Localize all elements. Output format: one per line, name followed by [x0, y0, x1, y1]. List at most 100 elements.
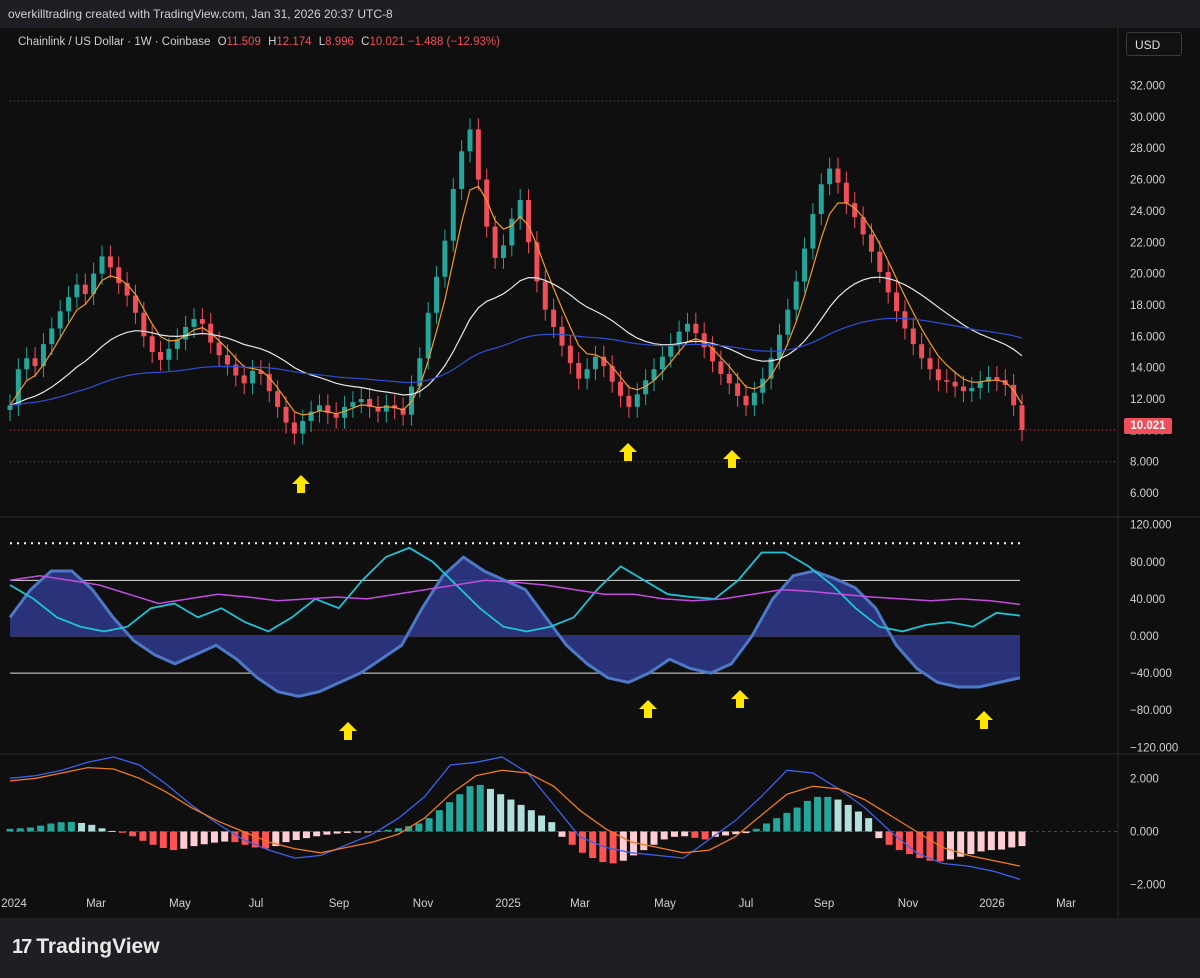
price-axis-tick: 8.000 — [1130, 457, 1159, 469]
candle — [902, 311, 908, 329]
price-axis-tick: 26.000 — [1130, 175, 1165, 187]
macd-histogram-bar — [885, 831, 893, 845]
candle — [584, 369, 590, 379]
candle — [776, 334, 782, 359]
oscillator-axis-tick: −120.000 — [1130, 742, 1178, 754]
macd-histogram-bar — [456, 794, 464, 832]
oscillator-axis-tick: −40.000 — [1130, 668, 1172, 680]
oscillator-axis-tick: 40.000 — [1130, 594, 1165, 606]
candle — [166, 348, 172, 360]
macd-histogram-bar — [425, 818, 433, 832]
symbol-title[interactable]: Chainlink / US Dollar · 1W · Coinbase — [18, 36, 210, 48]
macd-histogram-bar — [108, 830, 116, 832]
macd-histogram-bar — [47, 823, 55, 832]
macd-histogram-bar — [384, 829, 392, 832]
x-axis-label: May — [654, 898, 676, 910]
candle — [291, 422, 297, 434]
macd-signal-line — [9, 766, 1021, 867]
candle — [567, 345, 573, 363]
candle — [358, 399, 364, 403]
macd-histogram-bar — [435, 810, 443, 832]
macd-histogram-bar — [354, 831, 362, 833]
oscillator-axis-tick: −80.000 — [1130, 705, 1172, 717]
candle — [32, 358, 38, 367]
candle — [459, 151, 465, 189]
candle — [894, 292, 900, 312]
oscillator-axis-tick: 80.000 — [1130, 557, 1165, 569]
candle — [910, 328, 916, 345]
candle — [676, 331, 682, 345]
macd-histogram-bar — [16, 828, 24, 832]
macd-histogram-bar — [26, 827, 34, 832]
price-axis-tick: 6.000 — [1130, 488, 1159, 500]
candle — [919, 344, 925, 359]
candle — [551, 309, 557, 327]
x-axis-label: Sep — [329, 898, 349, 910]
macd-histogram-bar — [998, 831, 1006, 850]
candle — [434, 276, 440, 313]
candle — [726, 373, 732, 384]
macd-histogram-bar — [292, 831, 300, 840]
x-axis-label: Mar — [570, 898, 590, 910]
candle — [718, 361, 724, 374]
candle — [450, 188, 456, 241]
up-arrow-icon — [619, 443, 637, 461]
candle — [960, 386, 966, 392]
macd-histogram-bar — [844, 804, 852, 832]
candle — [885, 272, 891, 293]
candle — [818, 184, 824, 215]
candle — [300, 420, 306, 434]
macd-histogram-bar — [538, 815, 546, 832]
up-arrow-icon — [639, 700, 657, 718]
chart-area[interactable]: 32.000 30.000 28.000 26.000 24.000 22.000 20.0… — [0, 28, 1200, 918]
macd-histogram-bar — [57, 822, 65, 832]
macd-histogram-bar — [282, 831, 290, 843]
candle — [935, 369, 941, 381]
candle — [216, 342, 222, 356]
candle — [49, 328, 55, 345]
price-axis-tick: 22.000 — [1130, 237, 1165, 249]
candle — [526, 199, 532, 243]
candle — [57, 311, 63, 329]
candle — [877, 251, 883, 273]
macd-histogram-bar — [854, 811, 862, 832]
macd-histogram-bar — [313, 831, 321, 837]
candle — [283, 406, 289, 423]
price-axis-tick: 32.000 — [1130, 81, 1165, 93]
macd-histogram-bar — [497, 794, 505, 832]
candle — [149, 336, 155, 352]
macd-histogram-bar — [548, 822, 556, 832]
macd-histogram-bar — [67, 821, 75, 832]
candle — [467, 129, 473, 152]
candle — [1019, 405, 1025, 431]
x-axis-label: Nov — [413, 898, 434, 910]
chart-canvas[interactable]: 32.000 30.000 28.000 26.000 24.000 22.000 20.0… — [0, 28, 1200, 918]
candle — [183, 326, 189, 340]
macd-histogram-bar — [834, 799, 842, 832]
candle — [827, 168, 833, 185]
candle — [350, 402, 356, 407]
macd-histogram-bar — [803, 800, 811, 832]
candle — [484, 179, 490, 227]
macd-histogram-bar — [159, 831, 167, 848]
macd-axis-tick: 2.000 — [1130, 773, 1159, 785]
up-arrow-icon — [975, 711, 993, 729]
macd-histogram-bar — [762, 823, 770, 832]
macd-histogram-bar — [527, 810, 535, 832]
macd-histogram-bar — [814, 796, 822, 832]
open-label: O — [217, 36, 227, 48]
currency-button[interactable]: USD — [1126, 32, 1182, 56]
macd-histogram-bar — [650, 831, 658, 845]
macd-histogram-bar — [190, 831, 198, 847]
symbol-legend: Chainlink / US Dollar · 1W · Coinbase O1… — [18, 36, 500, 48]
macd-histogram-bar — [415, 823, 423, 832]
low-value: 8.996 — [325, 36, 354, 48]
macd-histogram-bar — [1008, 831, 1016, 848]
macd-histogram-bar — [446, 802, 454, 832]
tradingview-logo[interactable]: 17 TradingView — [12, 935, 160, 959]
last-price-badge: 10.021 — [1124, 418, 1172, 434]
candle — [785, 309, 791, 335]
macd-histogram-bar — [394, 828, 402, 832]
macd-histogram-bar — [793, 807, 801, 832]
macd-histogram-bar — [558, 831, 566, 837]
